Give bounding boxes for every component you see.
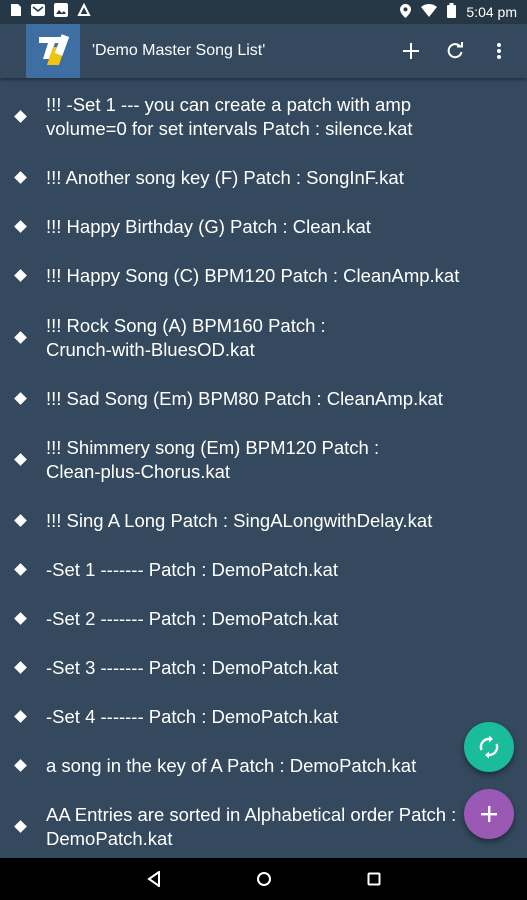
battery-icon (447, 3, 457, 21)
app-bar: 'Demo Master Song List' (0, 24, 527, 78)
status-time-suffix: pm (497, 4, 517, 20)
song-title-line: AA Entries are sorted in Alphabetical or… (46, 804, 457, 825)
song-title-line: !!! Rock Song (A) BPM160 Patch : (46, 315, 326, 336)
song-title: !!! Happy Birthday (G) Patch : Clean.kat (46, 216, 371, 237)
song-list-item[interactable]: -Set 3 ------- Patch : DemoPatch.kat (0, 653, 527, 683)
sim-icon (10, 3, 22, 22)
bullet-icon (14, 220, 27, 233)
song-list-item[interactable]: !!! Happy Birthday (G) Patch : Clean.kat (0, 212, 527, 242)
bullet-icon (14, 820, 27, 833)
song-title: !!! Rock Song (A) BPM160 Patch : Crunch-… (46, 314, 516, 362)
bullet-icon (14, 392, 27, 405)
sync-fab-button[interactable] (464, 722, 514, 772)
refresh-icon (447, 42, 463, 59)
page-title: 'Demo Master Song List' (92, 42, 266, 59)
mail-icon (31, 3, 45, 21)
bullet-icon (14, 110, 27, 123)
status-time: 5:04 pm (466, 4, 517, 20)
add-icon (481, 806, 497, 822)
add-fab-button[interactable] (464, 789, 514, 839)
home-button[interactable] (254, 869, 274, 889)
song-title: !!! Shimmery song (Em) BPM120 Patch : Cl… (46, 436, 516, 484)
bullet-icon (14, 661, 27, 674)
song-title: !!! Happy Song (C) BPM120 Patch : CleanA… (46, 265, 460, 286)
bullet-icon (14, 269, 27, 282)
back-button[interactable] (144, 869, 164, 889)
app-notification-icon (77, 2, 91, 22)
status-time-value: 5:04 (466, 4, 494, 20)
song-list-item[interactable]: -Set 4 ------- Patch : DemoPatch.kat (0, 702, 527, 732)
recents-button[interactable] (364, 869, 384, 889)
song-title-line: !!! Shimmery song (Em) BPM120 Patch : (46, 437, 380, 458)
add-icon (403, 43, 419, 59)
bullet-icon (14, 171, 27, 184)
overflow-menu-icon (497, 43, 501, 59)
sync-icon (479, 735, 499, 759)
song-list-item[interactable]: !!! Another song key (F) Patch : SongInF… (0, 163, 527, 193)
song-list-item[interactable]: !!! Rock Song (A) BPM160 Patch : Crunch-… (0, 311, 527, 365)
bullet-icon (14, 710, 27, 723)
song-list-item[interactable]: AA Entries are sorted in Alphabetical or… (0, 800, 527, 854)
song-list-item[interactable]: !!! -Set 1 --- you can create a patch wi… (0, 90, 527, 144)
song-title-line: DemoPatch.kat (46, 828, 173, 849)
app-logo (26, 24, 80, 78)
song-title-line: !!! -Set 1 --- you can create a patch wi… (46, 94, 412, 115)
song-title: -Set 3 ------- Patch : DemoPatch.kat (46, 657, 338, 678)
song-title: -Set 2 ------- Patch : DemoPatch.kat (46, 608, 338, 629)
bullet-icon (14, 453, 27, 466)
song-list-item[interactable]: !!! Happy Song (C) BPM120 Patch : CleanA… (0, 261, 527, 291)
overflow-menu-button[interactable] (489, 41, 509, 61)
home-icon (256, 872, 271, 886)
song-list-item[interactable]: -Set 1 ------- Patch : DemoPatch.kat (0, 555, 527, 585)
wifi-icon (421, 4, 438, 20)
bullet-icon (14, 514, 27, 527)
status-bar: 5:04 pm (0, 0, 527, 24)
song-title: -Set 4 ------- Patch : DemoPatch.kat (46, 706, 338, 727)
recents-icon (367, 872, 380, 886)
back-icon (146, 871, 160, 887)
song-title: AA Entries are sorted in Alphabetical or… (46, 803, 516, 851)
song-title: !!! -Set 1 --- you can create a patch wi… (46, 93, 516, 141)
song-list-item[interactable]: !!! Sing A Long Patch : SingALongwithDel… (0, 506, 527, 536)
song-title-line: Crunch-with-BluesOD.kat (46, 339, 255, 360)
bullet-icon (14, 759, 27, 772)
add-button[interactable] (401, 41, 421, 61)
bullet-icon (14, 331, 27, 344)
song-list-item[interactable]: a song in the key of A Patch : DemoPatch… (0, 751, 527, 781)
song-title: a song in the key of A Patch : DemoPatch… (46, 755, 417, 776)
system-nav-bar (0, 858, 527, 900)
song-title-line: volume=0 for set intervals Patch : silen… (46, 118, 413, 139)
song-list-item[interactable]: !!! Shimmery song (Em) BPM120 Patch : Cl… (0, 433, 527, 487)
bullet-icon (14, 563, 27, 576)
song-list-item[interactable]: !!! Sad Song (Em) BPM80 Patch : CleanAmp… (0, 384, 527, 414)
song-title: -Set 1 ------- Patch : DemoPatch.kat (46, 559, 338, 580)
song-title: !!! Sad Song (Em) BPM80 Patch : CleanAmp… (46, 388, 443, 409)
song-list: !!! -Set 1 --- you can create a patch wi… (0, 78, 527, 858)
song-title: !!! Sing A Long Patch : SingALongwithDel… (46, 510, 433, 531)
location-icon (400, 3, 412, 21)
song-title-line: Clean-plus-Chorus.kat (46, 461, 231, 482)
refresh-button[interactable] (445, 41, 465, 61)
bullet-icon (14, 612, 27, 625)
gallery-icon (54, 2, 68, 22)
song-title: !!! Another song key (F) Patch : SongInF… (46, 167, 404, 188)
song-list-item[interactable]: -Set 2 ------- Patch : DemoPatch.kat (0, 604, 527, 634)
